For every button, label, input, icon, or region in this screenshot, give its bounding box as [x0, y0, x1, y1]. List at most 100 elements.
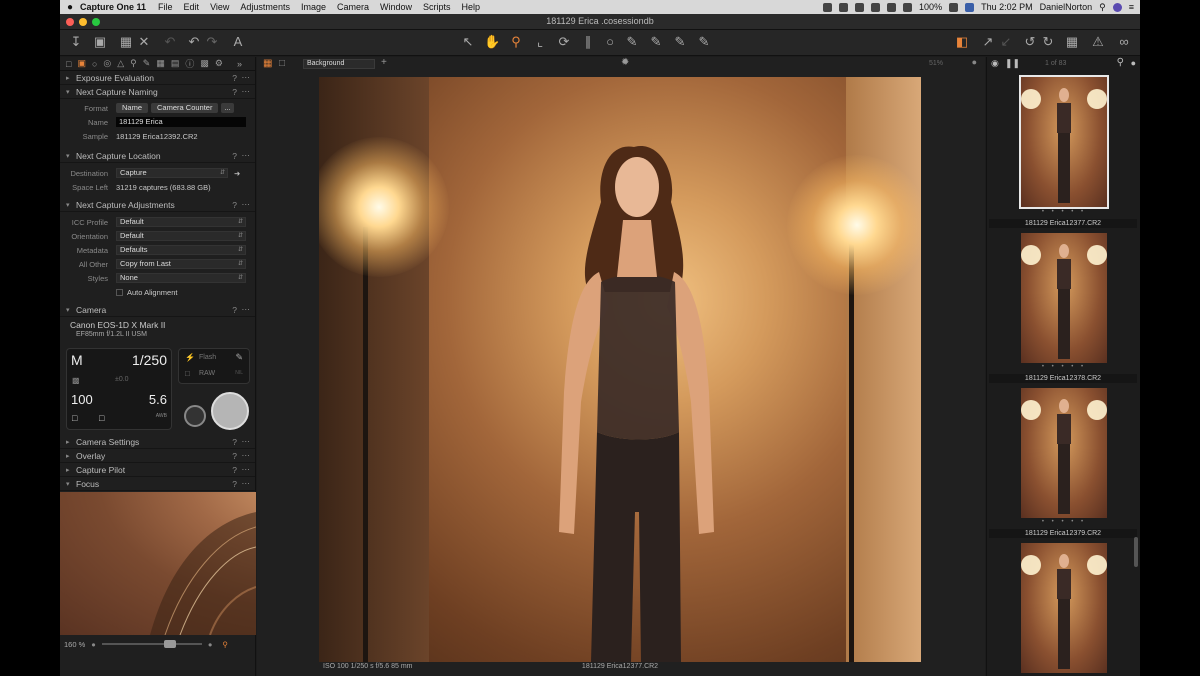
menu-view[interactable]: View [210, 2, 229, 12]
more-icon[interactable]: ⋯ [242, 436, 251, 447]
pan-icon[interactable]: ✋ [484, 34, 500, 50]
focus-loupe-icon[interactable]: ⚲ [222, 640, 228, 649]
brush-icon[interactable]: ✎ [624, 34, 640, 50]
add-icon[interactable]: + [381, 57, 387, 68]
section-next-capture-location[interactable]: ▾ Next Capture Location ? ⋯ [60, 149, 255, 163]
section-capture-pilot[interactable]: ▸ Capture Pilot ? ⋯ [60, 463, 255, 477]
dropbox-icon[interactable] [823, 2, 833, 12]
more-icon[interactable]: ⋯ [242, 478, 251, 489]
loupe-icon[interactable]: ⚲ [508, 34, 524, 50]
help-icon[interactable]: ? [232, 479, 237, 489]
more-icon[interactable]: ⋯ [242, 150, 251, 161]
metadata-tab-icon[interactable]: ▤ [171, 58, 180, 69]
format-label[interactable]: RAW [199, 370, 215, 377]
import-icon[interactable]: ↧ [68, 34, 84, 50]
exposure-tab-icon[interactable]: △ [117, 58, 124, 69]
siri-icon[interactable] [1112, 2, 1122, 12]
camera-icon[interactable]: ▣ [92, 34, 108, 50]
eraser-icon[interactable]: ✎ [672, 34, 688, 50]
live-view-button[interactable] [184, 405, 206, 427]
redo-icon[interactable]: ↷ [204, 34, 220, 50]
clock[interactable]: Thu 2:02 PM [981, 2, 1033, 12]
menu-scripts[interactable]: Scripts [423, 2, 451, 12]
aperture-value[interactable]: 5.6 [149, 392, 167, 407]
token-name[interactable]: Name [116, 103, 149, 113]
more-icon[interactable]: ⋯ [242, 199, 251, 210]
app-menu[interactable]: Capture One 11 [80, 2, 146, 12]
thumbnail[interactable] [1021, 233, 1107, 363]
adjust-tab-icon[interactable]: ▦ [156, 58, 165, 69]
menu-camera[interactable]: Camera [337, 2, 369, 12]
menu-help[interactable]: Help [462, 2, 481, 12]
help-icon[interactable]: ? [232, 465, 237, 475]
flag-icon[interactable] [965, 2, 975, 12]
rating-dots[interactable]: • • • • • [987, 519, 1140, 525]
apply-icon[interactable]: ↗ [980, 34, 996, 50]
help-icon[interactable]: ? [232, 451, 237, 461]
grid-icon[interactable]: ▦ [1064, 34, 1080, 50]
gradient-icon[interactable]: ✎ [648, 34, 664, 50]
styles-select[interactable]: None ⇵ [116, 273, 246, 283]
help-icon[interactable]: ? [232, 73, 237, 83]
delete-icon[interactable]: ✕ [136, 34, 152, 50]
copy-icon[interactable]: ↙ [998, 34, 1014, 50]
more-icon[interactable]: ⋯ [242, 304, 251, 315]
menu-edit[interactable]: Edit [184, 2, 200, 12]
section-exposure-evaluation[interactable]: ▸ Exposure Evaluation ? ⋯ [60, 71, 255, 85]
layers-icon[interactable]: ◧ [954, 34, 970, 50]
undo-icon[interactable]: ↶ [186, 34, 202, 50]
more-icon[interactable]: ⋯ [242, 450, 251, 461]
focus-zoom-level[interactable]: 160 % [64, 640, 85, 649]
reveal-arrow-icon[interactable]: ➜ [234, 169, 240, 178]
flash-label[interactable]: Flash [199, 354, 216, 361]
capture-tab-icon[interactable]: ▣ [77, 58, 86, 69]
browser-scrollbar[interactable] [1134, 537, 1138, 567]
thumbnail[interactable] [1021, 543, 1107, 673]
settings-tab-icon[interactable]: ⚙ [215, 58, 223, 69]
pause-icon[interactable]: ❚❚ [1005, 58, 1020, 69]
spotlight-icon[interactable]: ⚲ [1099, 2, 1106, 13]
batch-tab-icon[interactable]: ▩ [200, 58, 209, 69]
metering-icon[interactable]: □ [72, 413, 77, 423]
select-icon[interactable]: ↖ [460, 34, 476, 50]
shutter-speed[interactable]: 1/250 [132, 352, 167, 368]
rotate-icon[interactable]: ⟳ [556, 34, 572, 50]
refresh-icon[interactable]: ↻ [1040, 34, 1056, 50]
person-icon[interactable]: ● [1131, 58, 1136, 68]
details-tab-icon[interactable]: ⚲ [130, 58, 137, 69]
zoom-level[interactable]: 51% [929, 60, 943, 67]
lens-tab-icon[interactable]: ○ [92, 59, 97, 69]
color-tab-icon[interactable]: ◎ [103, 58, 111, 69]
reset-icon[interactable]: ↺ [1022, 34, 1038, 50]
section-next-capture-adjustments[interactable]: ▾ Next Capture Adjustments ? ⋯ [60, 198, 255, 212]
output-tab-icon[interactable]: ⓘ [185, 57, 194, 70]
user-name[interactable]: DanielNorton [1040, 2, 1093, 12]
undo-disabled-icon[interactable]: ↶ [162, 34, 178, 50]
metadata-select[interactable]: Defaults ⇵ [116, 245, 246, 255]
battery-percent[interactable]: 100% [919, 2, 942, 12]
thumbnail[interactable] [1019, 75, 1109, 209]
icc-profile-select[interactable]: Default ⇵ [116, 217, 246, 227]
focus-zoom-slider[interactable] [101, 640, 202, 648]
eyedropper-icon[interactable]: ✎ [235, 352, 243, 363]
help-icon[interactable]: ? [232, 437, 237, 447]
batch-icon[interactable]: ▦ [118, 34, 134, 50]
search-icon[interactable]: ⚲ [1117, 57, 1124, 68]
name-field[interactable]: 181129 Erica [116, 117, 246, 127]
white-balance-icon[interactable]: AWB [156, 413, 167, 419]
section-next-capture-naming[interactable]: ▾ Next Capture Naming ? ⋯ [60, 85, 255, 99]
menu-adjustments[interactable]: Adjustments [240, 2, 290, 12]
notification-icon[interactable]: ≡ [1129, 2, 1134, 12]
crop-icon[interactable]: ⌞ [532, 34, 548, 50]
cloud-icon[interactable] [839, 2, 849, 12]
wifi-icon[interactable] [903, 2, 913, 12]
thumbnail[interactable] [1021, 388, 1107, 518]
more-icon[interactable]: ⋯ [242, 72, 251, 83]
format-more-button[interactable]: ... [221, 103, 234, 113]
bluetooth-icon[interactable] [887, 2, 897, 12]
apple-icon[interactable]: ● [60, 2, 80, 13]
help-icon[interactable]: ? [232, 200, 237, 210]
library-tab-icon[interactable]: □ [66, 59, 71, 69]
background-select[interactable]: Background [303, 59, 375, 69]
focus-preview[interactable] [60, 492, 256, 635]
